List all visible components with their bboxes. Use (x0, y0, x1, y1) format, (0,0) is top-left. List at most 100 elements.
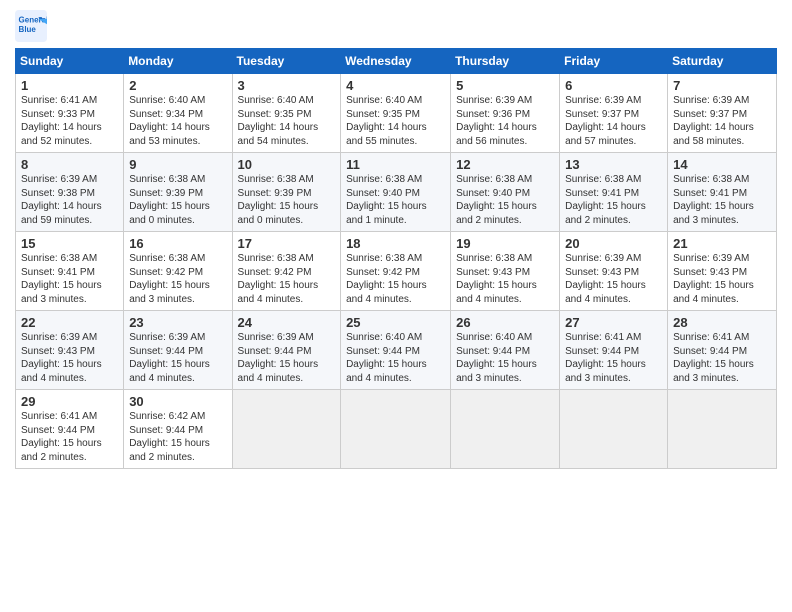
cell-info: Sunrise: 6:38 AM Sunset: 9:42 PM Dayligh… (346, 252, 445, 306)
calendar-cell: 13Sunrise: 6:38 AM Sunset: 9:41 PM Dayli… (560, 153, 668, 232)
col-header-sunday: Sunday (16, 49, 124, 74)
cell-info: Sunrise: 6:40 AM Sunset: 9:44 PM Dayligh… (346, 331, 445, 385)
cell-info: Sunrise: 6:38 AM Sunset: 9:42 PM Dayligh… (129, 252, 226, 306)
day-number: 26 (456, 315, 554, 330)
cell-info: Sunrise: 6:39 AM Sunset: 9:37 PM Dayligh… (673, 94, 771, 148)
calendar-cell: 30Sunrise: 6:42 AM Sunset: 9:44 PM Dayli… (124, 390, 232, 469)
logo: General Blue (15, 10, 50, 42)
day-number: 24 (238, 315, 336, 330)
cell-info: Sunrise: 6:38 AM Sunset: 9:41 PM Dayligh… (673, 173, 771, 227)
page: General Blue SundayMondayTuesdayWednesda… (0, 0, 792, 612)
week-row-5: 29Sunrise: 6:41 AM Sunset: 9:44 PM Dayli… (16, 390, 777, 469)
day-number: 22 (21, 315, 118, 330)
col-header-friday: Friday (560, 49, 668, 74)
col-header-thursday: Thursday (451, 49, 560, 74)
cell-info: Sunrise: 6:39 AM Sunset: 9:43 PM Dayligh… (673, 252, 771, 306)
day-number: 30 (129, 394, 226, 409)
calendar-cell: 16Sunrise: 6:38 AM Sunset: 9:42 PM Dayli… (124, 232, 232, 311)
col-header-tuesday: Tuesday (232, 49, 341, 74)
cell-info: Sunrise: 6:39 AM Sunset: 9:44 PM Dayligh… (238, 331, 336, 385)
calendar-cell: 5Sunrise: 6:39 AM Sunset: 9:36 PM Daylig… (451, 74, 560, 153)
calendar-cell: 23Sunrise: 6:39 AM Sunset: 9:44 PM Dayli… (124, 311, 232, 390)
calendar-cell: 1Sunrise: 6:41 AM Sunset: 9:33 PM Daylig… (16, 74, 124, 153)
day-number: 18 (346, 236, 445, 251)
calendar-body: 1Sunrise: 6:41 AM Sunset: 9:33 PM Daylig… (16, 74, 777, 469)
cell-info: Sunrise: 6:39 AM Sunset: 9:36 PM Dayligh… (456, 94, 554, 148)
day-number: 28 (673, 315, 771, 330)
week-row-3: 15Sunrise: 6:38 AM Sunset: 9:41 PM Dayli… (16, 232, 777, 311)
day-number: 4 (346, 78, 445, 93)
col-header-saturday: Saturday (668, 49, 777, 74)
calendar-cell (232, 390, 341, 469)
calendar-cell: 4Sunrise: 6:40 AM Sunset: 9:35 PM Daylig… (341, 74, 451, 153)
calendar-cell: 17Sunrise: 6:38 AM Sunset: 9:42 PM Dayli… (232, 232, 341, 311)
cell-info: Sunrise: 6:38 AM Sunset: 9:42 PM Dayligh… (238, 252, 336, 306)
calendar-cell: 21Sunrise: 6:39 AM Sunset: 9:43 PM Dayli… (668, 232, 777, 311)
calendar-cell: 27Sunrise: 6:41 AM Sunset: 9:44 PM Dayli… (560, 311, 668, 390)
day-number: 21 (673, 236, 771, 251)
week-row-2: 8Sunrise: 6:39 AM Sunset: 9:38 PM Daylig… (16, 153, 777, 232)
day-number: 16 (129, 236, 226, 251)
day-number: 11 (346, 157, 445, 172)
calendar-cell: 12Sunrise: 6:38 AM Sunset: 9:40 PM Dayli… (451, 153, 560, 232)
day-number: 17 (238, 236, 336, 251)
cell-info: Sunrise: 6:40 AM Sunset: 9:35 PM Dayligh… (238, 94, 336, 148)
header: General Blue (15, 10, 777, 42)
calendar-cell: 25Sunrise: 6:40 AM Sunset: 9:44 PM Dayli… (341, 311, 451, 390)
day-number: 6 (565, 78, 662, 93)
calendar-cell (668, 390, 777, 469)
week-row-4: 22Sunrise: 6:39 AM Sunset: 9:43 PM Dayli… (16, 311, 777, 390)
cell-info: Sunrise: 6:38 AM Sunset: 9:39 PM Dayligh… (238, 173, 336, 227)
cell-info: Sunrise: 6:39 AM Sunset: 9:43 PM Dayligh… (565, 252, 662, 306)
cell-info: Sunrise: 6:39 AM Sunset: 9:44 PM Dayligh… (129, 331, 226, 385)
calendar-cell: 11Sunrise: 6:38 AM Sunset: 9:40 PM Dayli… (341, 153, 451, 232)
cell-info: Sunrise: 6:41 AM Sunset: 9:44 PM Dayligh… (673, 331, 771, 385)
calendar-cell: 24Sunrise: 6:39 AM Sunset: 9:44 PM Dayli… (232, 311, 341, 390)
cell-info: Sunrise: 6:41 AM Sunset: 9:44 PM Dayligh… (565, 331, 662, 385)
calendar-cell: 7Sunrise: 6:39 AM Sunset: 9:37 PM Daylig… (668, 74, 777, 153)
week-row-1: 1Sunrise: 6:41 AM Sunset: 9:33 PM Daylig… (16, 74, 777, 153)
day-number: 23 (129, 315, 226, 330)
calendar-table: SundayMondayTuesdayWednesdayThursdayFrid… (15, 48, 777, 469)
day-number: 5 (456, 78, 554, 93)
svg-text:Blue: Blue (19, 25, 37, 34)
day-number: 13 (565, 157, 662, 172)
day-number: 29 (21, 394, 118, 409)
day-number: 19 (456, 236, 554, 251)
cell-info: Sunrise: 6:40 AM Sunset: 9:35 PM Dayligh… (346, 94, 445, 148)
calendar-cell: 26Sunrise: 6:40 AM Sunset: 9:44 PM Dayli… (451, 311, 560, 390)
cell-info: Sunrise: 6:40 AM Sunset: 9:44 PM Dayligh… (456, 331, 554, 385)
day-number: 9 (129, 157, 226, 172)
day-number: 7 (673, 78, 771, 93)
col-header-monday: Monday (124, 49, 232, 74)
calendar-cell: 15Sunrise: 6:38 AM Sunset: 9:41 PM Dayli… (16, 232, 124, 311)
day-number: 25 (346, 315, 445, 330)
calendar-cell: 10Sunrise: 6:38 AM Sunset: 9:39 PM Dayli… (232, 153, 341, 232)
calendar-cell: 6Sunrise: 6:39 AM Sunset: 9:37 PM Daylig… (560, 74, 668, 153)
logo-icon: General Blue (15, 10, 47, 42)
calendar-cell: 8Sunrise: 6:39 AM Sunset: 9:38 PM Daylig… (16, 153, 124, 232)
calendar-cell: 2Sunrise: 6:40 AM Sunset: 9:34 PM Daylig… (124, 74, 232, 153)
calendar-cell: 20Sunrise: 6:39 AM Sunset: 9:43 PM Dayli… (560, 232, 668, 311)
day-number: 20 (565, 236, 662, 251)
day-number: 3 (238, 78, 336, 93)
cell-info: Sunrise: 6:39 AM Sunset: 9:37 PM Dayligh… (565, 94, 662, 148)
day-number: 15 (21, 236, 118, 251)
cell-info: Sunrise: 6:39 AM Sunset: 9:38 PM Dayligh… (21, 173, 118, 227)
day-number: 10 (238, 157, 336, 172)
calendar-cell: 22Sunrise: 6:39 AM Sunset: 9:43 PM Dayli… (16, 311, 124, 390)
cell-info: Sunrise: 6:40 AM Sunset: 9:34 PM Dayligh… (129, 94, 226, 148)
calendar-cell: 19Sunrise: 6:38 AM Sunset: 9:43 PM Dayli… (451, 232, 560, 311)
calendar-cell: 18Sunrise: 6:38 AM Sunset: 9:42 PM Dayli… (341, 232, 451, 311)
calendar-cell: 3Sunrise: 6:40 AM Sunset: 9:35 PM Daylig… (232, 74, 341, 153)
calendar-cell (341, 390, 451, 469)
calendar-cell: 14Sunrise: 6:38 AM Sunset: 9:41 PM Dayli… (668, 153, 777, 232)
day-number: 8 (21, 157, 118, 172)
cell-info: Sunrise: 6:38 AM Sunset: 9:41 PM Dayligh… (21, 252, 118, 306)
cell-info: Sunrise: 6:39 AM Sunset: 9:43 PM Dayligh… (21, 331, 118, 385)
cell-info: Sunrise: 6:41 AM Sunset: 9:33 PM Dayligh… (21, 94, 118, 148)
cell-info: Sunrise: 6:38 AM Sunset: 9:41 PM Dayligh… (565, 173, 662, 227)
calendar-cell: 9Sunrise: 6:38 AM Sunset: 9:39 PM Daylig… (124, 153, 232, 232)
day-number: 2 (129, 78, 226, 93)
cell-info: Sunrise: 6:38 AM Sunset: 9:43 PM Dayligh… (456, 252, 554, 306)
